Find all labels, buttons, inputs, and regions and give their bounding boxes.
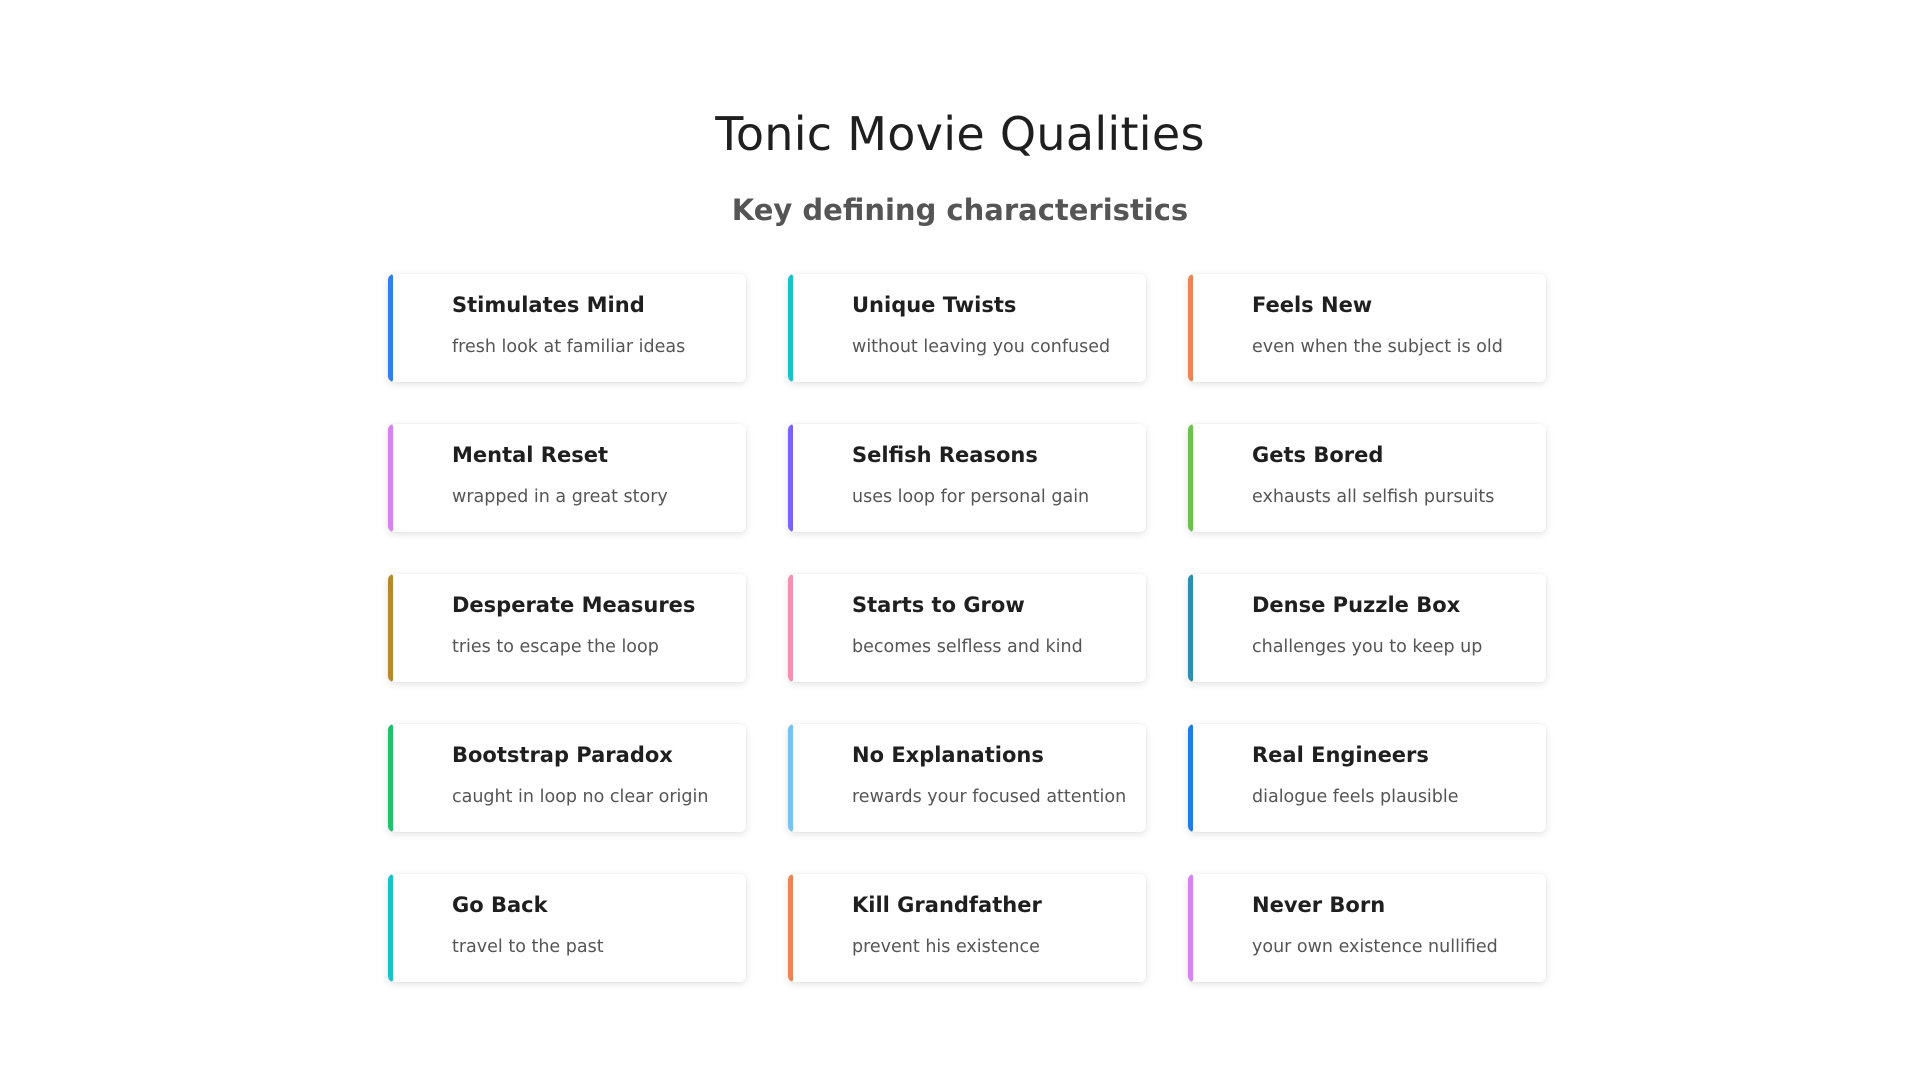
card-accent-bar [788,724,793,832]
page-title: Tonic Movie Qualities [715,107,1205,161]
quality-card: Starts to Grow becomes selfless and kind [788,574,1146,682]
card-accent-bar [1188,274,1193,382]
card-description: exhausts all selfish pursuits [1252,487,1495,507]
quality-card: Mental Reset wrapped in a great story [388,424,746,532]
quality-card: Selfish Reasons uses loop for personal g… [788,424,1146,532]
card-accent-bar [1188,424,1193,532]
card-description: wrapped in a great story [452,487,668,507]
card-title: Feels New [1252,293,1373,317]
quality-card: Gets Bored exhausts all selfish pursuits [1188,424,1546,532]
card-title: Selfish Reasons [852,443,1038,467]
card-description: tries to escape the loop [452,637,659,657]
card-description: even when the subject is old [1252,337,1503,357]
card-accent-bar [788,574,793,682]
quality-card: Real Engineers dialogue feels plausible [1188,724,1546,832]
card-description: uses loop for personal gain [852,487,1090,507]
card-title: Real Engineers [1252,743,1429,767]
card-accent-bar [1188,574,1193,682]
quality-card: Never Born your own existence nullified [1188,874,1546,982]
card-title: No Explanations [852,743,1044,767]
card-accent-bar [788,874,793,982]
card-description: rewards your focused attention [852,787,1127,807]
card-title: Stimulates Mind [452,293,645,317]
quality-card: Go Back travel to the past [388,874,746,982]
qualities-grid: Stimulates Mind fresh look at familiar i… [388,274,1546,982]
quality-card: Kill Grandfather prevent his existence [788,874,1146,982]
card-accent-bar [388,574,393,682]
card-description: your own existence nullified [1252,937,1498,957]
quality-card: No Explanations rewards your focused att… [788,724,1146,832]
card-accent-bar [388,274,393,382]
page-subtitle: Key defining characteristics [731,193,1189,227]
card-accent-bar [1188,724,1193,832]
card-title: Dense Puzzle Box [1252,593,1461,617]
card-description: without leaving you confused [852,337,1111,357]
card-description: challenges you to keep up [1252,637,1483,657]
quality-card: Desperate Measures tries to escape the l… [388,574,746,682]
card-accent-bar [388,424,393,532]
card-title: Gets Bored [1252,443,1384,467]
quality-card: Dense Puzzle Box challenges you to keep … [1188,574,1546,682]
card-title: Go Back [452,893,548,917]
card-description: travel to the past [452,937,604,957]
card-description: caught in loop no clear origin [452,787,709,807]
card-title: Kill Grandfather [852,893,1042,917]
card-description: prevent his existence [852,937,1040,957]
card-description: becomes selfless and kind [852,637,1083,657]
card-title: Mental Reset [452,443,609,467]
card-title: Desperate Measures [452,593,696,617]
card-title: Unique Twists [852,293,1017,317]
card-title: Never Born [1252,893,1386,917]
quality-card: Feels New even when the subject is old [1188,274,1546,382]
card-accent-bar [388,724,393,832]
card-title: Starts to Grow [852,593,1025,617]
card-description: dialogue feels plausible [1252,787,1459,807]
card-accent-bar [1188,874,1193,982]
card-accent-bar [788,274,793,382]
card-accent-bar [388,874,393,982]
card-title: Bootstrap Paradox [452,743,673,767]
card-accent-bar [788,424,793,532]
quality-card: Bootstrap Paradox caught in loop no clea… [388,724,746,832]
quality-card: Stimulates Mind fresh look at familiar i… [388,274,746,382]
card-description: fresh look at familiar ideas [452,337,686,357]
page: Tonic Movie Qualities Key defining chara… [0,0,1920,1080]
quality-card: Unique Twists without leaving you confus… [788,274,1146,382]
